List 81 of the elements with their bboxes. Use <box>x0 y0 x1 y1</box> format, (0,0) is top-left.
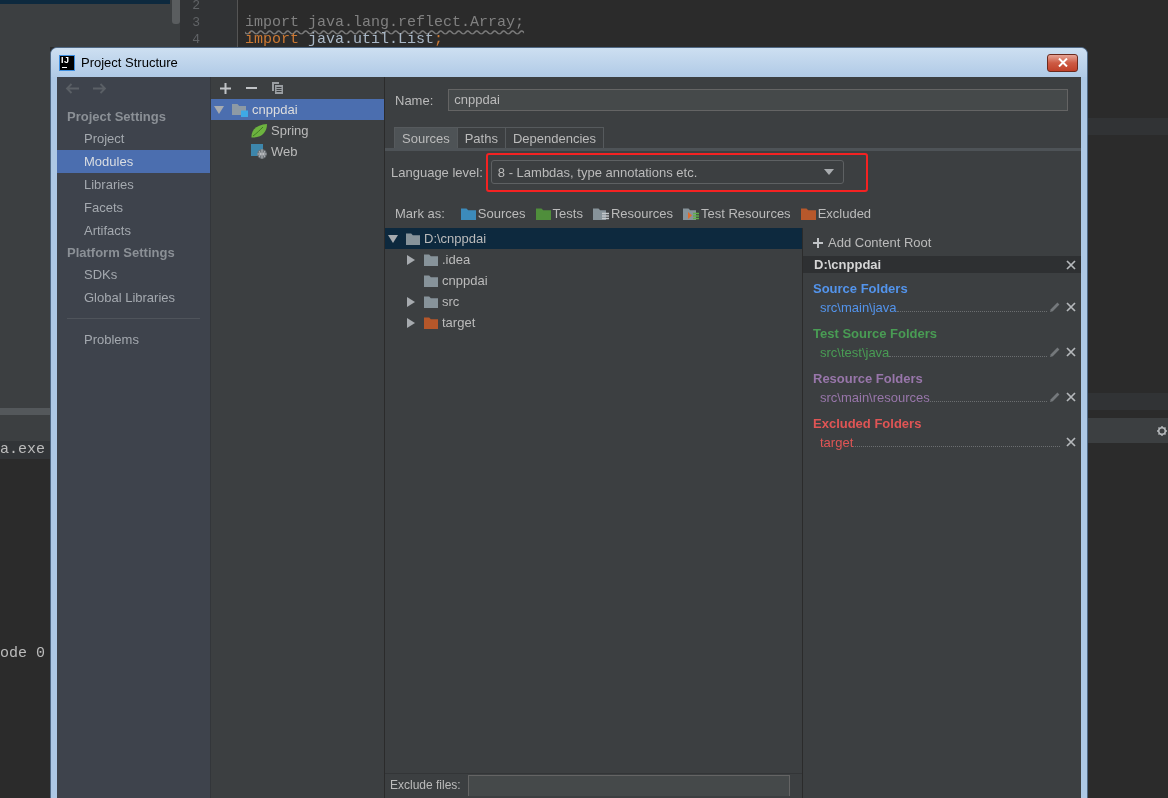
folder-icon <box>800 207 816 220</box>
folder-group-title: Test Source Folders <box>812 325 938 343</box>
name-field[interactable]: cnppdai <box>448 89 1068 111</box>
folder-path: src\test\java <box>820 344 890 360</box>
close-button[interactable] <box>1047 53 1078 72</box>
mark-as-button[interactable]: Tests <box>535 206 583 221</box>
disclosure-triangle-icon[interactable] <box>407 296 415 307</box>
language-level-dropdown[interactable]: 8 - Lambdas, type annotations etc. <box>490 160 844 184</box>
folder-path: target <box>820 434 854 450</box>
field-label: Name: <box>395 92 434 108</box>
mark-as-button[interactable]: Test Resources <box>683 206 791 221</box>
folder-icon <box>424 274 438 287</box>
module-folder-icon <box>232 102 248 117</box>
mark-as-button[interactable]: Excluded <box>800 206 872 221</box>
content-root-path: D:\cnppdai <box>814 257 882 272</box>
mark-as-button[interactable]: Sources <box>460 206 526 221</box>
folder-group-title: Source Folders <box>812 280 909 298</box>
folder-icon <box>406 232 420 245</box>
folder-path: src\main\java <box>820 299 897 315</box>
field-label: Exclude files: <box>390 777 461 794</box>
gear-icon[interactable] <box>1157 425 1167 436</box>
folder-lines-icon <box>592 207 609 220</box>
close-icon[interactable] <box>1066 302 1076 312</box>
field-label: Mark as: <box>395 206 445 221</box>
section-header: Platform Settings <box>66 244 176 262</box>
disclosure-triangle-icon[interactable] <box>407 254 415 265</box>
folder-icon <box>460 207 476 220</box>
close-icon[interactable] <box>1066 392 1076 402</box>
sidebar-item[interactable]: Libraries <box>57 173 210 196</box>
tool-window-header <box>0 415 50 441</box>
app-logo: IJ <box>59 54 75 71</box>
tab[interactable]: Dependencies <box>504 127 605 148</box>
sidebar-item[interactable]: Global Libraries <box>57 286 210 309</box>
field-label: Language level: <box>391 164 483 180</box>
section-header: Project Settings <box>66 108 167 126</box>
sidebar-item[interactable]: Problems <box>57 328 210 351</box>
code-line: import java.lang.reflect.Array; <box>245 14 525 31</box>
tab[interactable]: Sources <box>394 127 458 148</box>
plus-icon[interactable] <box>220 82 231 94</box>
close-icon[interactable] <box>1066 437 1076 447</box>
close-icon[interactable] <box>1066 259 1076 270</box>
mark-as-button[interactable]: Resources <box>592 206 674 221</box>
close-icon <box>1057 58 1068 67</box>
folder-tree-item[interactable]: target <box>385 312 802 333</box>
folder-path: src\main\resources <box>820 389 930 405</box>
folder-group-title: Resource Folders <box>812 370 924 388</box>
folder-group-title: Excluded Folders <box>812 415 923 433</box>
globe-tile-icon <box>251 144 267 159</box>
folder-icon <box>535 207 551 220</box>
sidebar-item[interactable]: Facets <box>57 196 210 219</box>
folder-tree-item[interactable]: src <box>385 291 802 312</box>
module-tree-item[interactable]: cnppdai <box>211 99 384 120</box>
disclosure-triangle-icon[interactable] <box>407 317 415 328</box>
window-title: Project Structure <box>81 55 178 70</box>
folder-lines-icon <box>683 207 700 220</box>
module-tree-item[interactable]: Spring <box>211 120 384 141</box>
pencil-icon[interactable] <box>1050 347 1060 357</box>
folder-tree-item[interactable]: .idea <box>385 249 802 270</box>
exclude-files-field[interactable] <box>467 775 790 796</box>
disclosure-triangle-icon[interactable] <box>388 234 398 243</box>
pencil-icon[interactable] <box>1050 392 1060 402</box>
folder-tree-item[interactable]: D:\cnppdai <box>385 228 802 249</box>
sidebar-item[interactable]: Artifacts <box>57 219 210 242</box>
code-line: import java.util.List; <box>245 31 444 47</box>
folder-tree-item[interactable]: cnppdai <box>385 270 802 291</box>
folder-icon <box>424 316 438 329</box>
sidebar-item[interactable]: Modules <box>57 150 210 173</box>
sidebar-item[interactable]: SDKs <box>57 263 210 286</box>
console-line: ode 0 <box>0 645 46 663</box>
copy-icon[interactable] <box>272 82 283 94</box>
folder-icon <box>424 253 438 266</box>
add-content-root-button[interactable]: Add Content Root <box>813 234 932 251</box>
leaf-icon <box>251 123 267 138</box>
folder-icon <box>424 295 438 308</box>
sidebar-item[interactable]: Project <box>57 127 210 150</box>
module-tree-item[interactable]: Web <box>211 141 384 162</box>
pencil-icon[interactable] <box>1050 302 1060 312</box>
plus-icon <box>813 237 823 248</box>
caret-icon <box>823 169 834 175</box>
close-icon[interactable] <box>1066 347 1076 357</box>
scrollbar-thumb[interactable] <box>172 0 180 24</box>
